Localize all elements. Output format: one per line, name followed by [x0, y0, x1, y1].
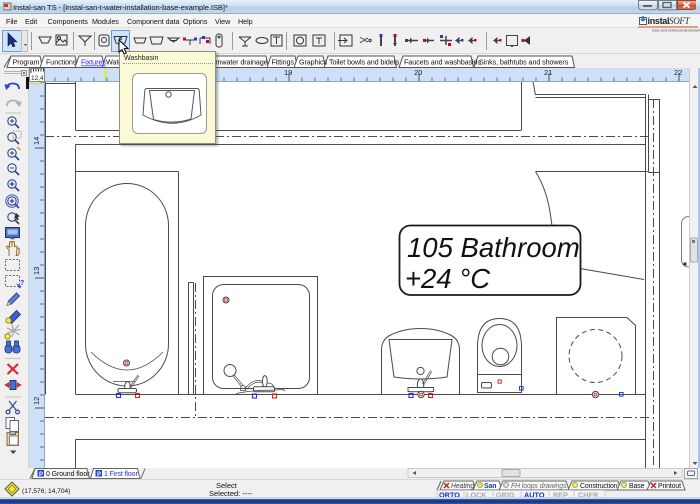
- svg-text:22: 22: [674, 68, 682, 77]
- svg-text:Fixtures: Fixtures: [81, 58, 106, 67]
- svg-text:0 Ground floor: 0 Ground floor: [46, 471, 90, 478]
- svg-text:Easy and professional designin: Easy and professional designing: [652, 29, 700, 33]
- svg-text:14: 14: [32, 137, 41, 145]
- svg-text:+24 °C: +24 °C: [405, 263, 490, 294]
- svg-text:21: 21: [544, 68, 552, 77]
- svg-text:SOFT: SOFT: [669, 16, 691, 26]
- svg-text:instal: instal: [648, 16, 670, 26]
- svg-text:20: 20: [414, 68, 422, 77]
- svg-text:Fittings: Fittings: [272, 58, 295, 67]
- svg-text:FH loops drawings: FH loops drawings: [511, 483, 567, 490]
- svg-text:Functions: Functions: [46, 58, 77, 67]
- svg-text:12: 12: [32, 397, 41, 405]
- svg-text:San: San: [484, 483, 496, 490]
- svg-text:Construction: Construction: [580, 483, 618, 490]
- svg-text:Base: Base: [629, 483, 645, 490]
- svg-text:mwater drainage: mwater drainage: [216, 58, 268, 67]
- svg-text:Printout: Printout: [658, 483, 681, 490]
- svg-text:Faucets and washbasins: Faucets and washbasins: [404, 58, 481, 67]
- svg-text:(17,576; 14,704): (17,576; 14,704): [22, 488, 70, 495]
- svg-text:?: ?: [20, 280, 24, 287]
- svg-text:Program: Program: [13, 58, 40, 67]
- svg-text:P: P: [97, 472, 101, 478]
- svg-text:P: P: [39, 472, 43, 478]
- svg-text:Graphics: Graphics: [299, 58, 327, 67]
- svg-text:Sinks, bathtubs and showers: Sinks, bathtubs and showers: [479, 58, 569, 67]
- svg-text:Toilet bowls and bidets: Toilet bowls and bidets: [329, 58, 400, 67]
- svg-text:13: 13: [32, 267, 41, 275]
- svg-text:19: 19: [284, 68, 292, 77]
- svg-text:105 Bathroom: 105 Bathroom: [407, 232, 580, 263]
- svg-text:1 First floor: 1 First floor: [104, 471, 138, 478]
- svg-text:Heating: Heating: [451, 483, 474, 490]
